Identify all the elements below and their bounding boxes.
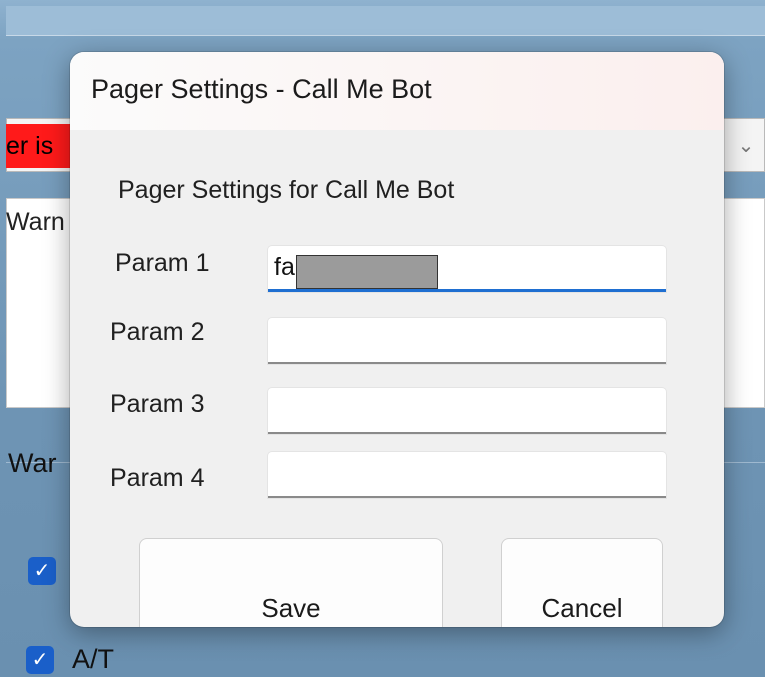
dialog-title: Pager Settings - Call Me Bot (91, 74, 432, 104)
param-1-label: Param 1 (115, 249, 210, 277)
background-warning-text: Warn (6, 208, 65, 236)
background-toolbar (6, 6, 765, 36)
chevron-down-icon[interactable]: ⌄ (728, 128, 764, 164)
save-button[interactable]: Save (139, 538, 443, 627)
background-warning-heading: War (8, 448, 57, 478)
param-2-label: Param 2 (110, 318, 205, 346)
checkbox-checked-icon[interactable]: ✓ (26, 646, 54, 674)
checkbox-checked-icon[interactable]: ✓ (28, 557, 56, 585)
pager-settings-dialog: Pager Settings - Call Me Bot Pager Setti… (70, 52, 724, 627)
param-3-label: Param 3 (110, 390, 205, 418)
param-4-label: Param 4 (110, 464, 205, 492)
background-alert-text: er is (6, 124, 70, 168)
dialog-heading: Pager Settings for Call Me Bot (118, 176, 455, 204)
param-4-input[interactable] (268, 452, 666, 498)
redaction-box (296, 255, 438, 289)
dialog-titlebar[interactable]: Pager Settings - Call Me Bot (70, 52, 724, 130)
checkbox-label-at: A/T (72, 644, 115, 674)
param-3-input[interactable] (268, 388, 666, 434)
param-2-input[interactable] (268, 318, 666, 364)
cancel-button[interactable]: Cancel (501, 538, 663, 627)
